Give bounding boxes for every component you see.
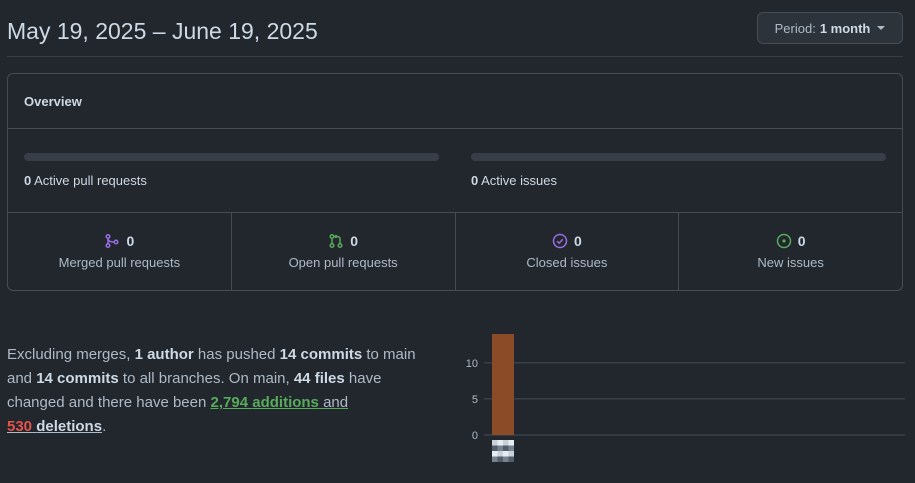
merged-pull-requests-count: 0 [126, 233, 135, 249]
caret-down-icon [877, 26, 886, 30]
summary-text: and [318, 394, 349, 411]
y-tick-label: 5 [472, 394, 478, 406]
issues-progress-bar [471, 153, 886, 161]
summary-text: has pushed [193, 346, 280, 363]
summary-text: . [102, 418, 107, 435]
deletions-label: deletions [36, 418, 103, 435]
active-pull-requests-summary[interactable]: 0 Active pull requests [24, 173, 147, 188]
deletions-link[interactable]: 530 deletions [7, 418, 102, 435]
additions-label: additions [252, 394, 319, 411]
header-divider [7, 56, 903, 57]
summary-text: to all branches. On main, [118, 370, 294, 387]
merged-pull-requests-label: Merged pull requests [58, 255, 181, 270]
new-issues-label: New issues [757, 255, 824, 270]
summary-text: Excluding merges, [7, 346, 135, 363]
period-dropdown-button[interactable]: Period: 1 month [757, 12, 903, 44]
overview-stats: 0 Merged pull requests 0 Open pull reque… [8, 213, 902, 290]
contributor-avatar[interactable] [492, 440, 514, 462]
overview-card: Overview 0 Active pull requests 0 Active… [7, 73, 903, 291]
closed-issues-count: 0 [573, 233, 582, 249]
contributor-commit-chart: 0 5 10 [466, 334, 905, 462]
new-issues-count: 0 [797, 233, 806, 249]
open-pull-requests-label: Open pull requests [288, 255, 398, 270]
authors-link[interactable]: 1 author [135, 346, 194, 363]
stat-merged-pull-requests[interactable]: 0 Merged pull requests [8, 213, 232, 290]
active-pull-requests-count: 0 [24, 173, 32, 188]
period-label: Period: [774, 20, 816, 36]
additions-count: 2,794 [210, 394, 249, 411]
issue-closed-icon [552, 233, 568, 249]
period-value: 1 month [819, 20, 871, 36]
overview-heading: Overview [8, 74, 902, 129]
commit-bar[interactable] [492, 334, 514, 435]
closed-issues-label: Closed issues [526, 255, 608, 270]
active-issues-label: Active issues [481, 173, 558, 188]
additions-link[interactable]: 2,794 additions and [211, 394, 349, 411]
stat-open-pull-requests[interactable]: 0 Open pull requests [232, 213, 456, 290]
y-tick-label: 0 [472, 430, 478, 442]
open-pull-requests-count: 0 [350, 233, 359, 249]
stat-new-issues[interactable]: 0 New issues [679, 213, 902, 290]
page-title: May 19, 2025 – June 19, 2025 [7, 18, 318, 44]
commits-main-count: 14 commits [279, 346, 363, 363]
active-issues-count: 0 [471, 173, 479, 188]
pull-requests-progress-bar [24, 153, 439, 161]
commit-summary: Excluding merges, 1 author has pushed 14… [7, 343, 437, 439]
activity-progress-row: 0 Active pull requests 0 Active issues [8, 129, 902, 213]
y-tick-label: 10 [466, 358, 478, 370]
issue-opened-icon [776, 233, 791, 249]
git-merge-icon [105, 233, 120, 249]
active-issues-summary[interactable]: 0 Active issues [471, 173, 557, 188]
commits-all-count: 14 commits [36, 370, 119, 387]
deletions-count: 530 [7, 418, 33, 435]
git-pull-request-icon [329, 233, 343, 249]
active-pull-requests-label: Active pull requests [34, 173, 147, 188]
stat-closed-issues[interactable]: 0 Closed issues [456, 213, 680, 290]
files-changed-count: 44 files [293, 370, 345, 387]
